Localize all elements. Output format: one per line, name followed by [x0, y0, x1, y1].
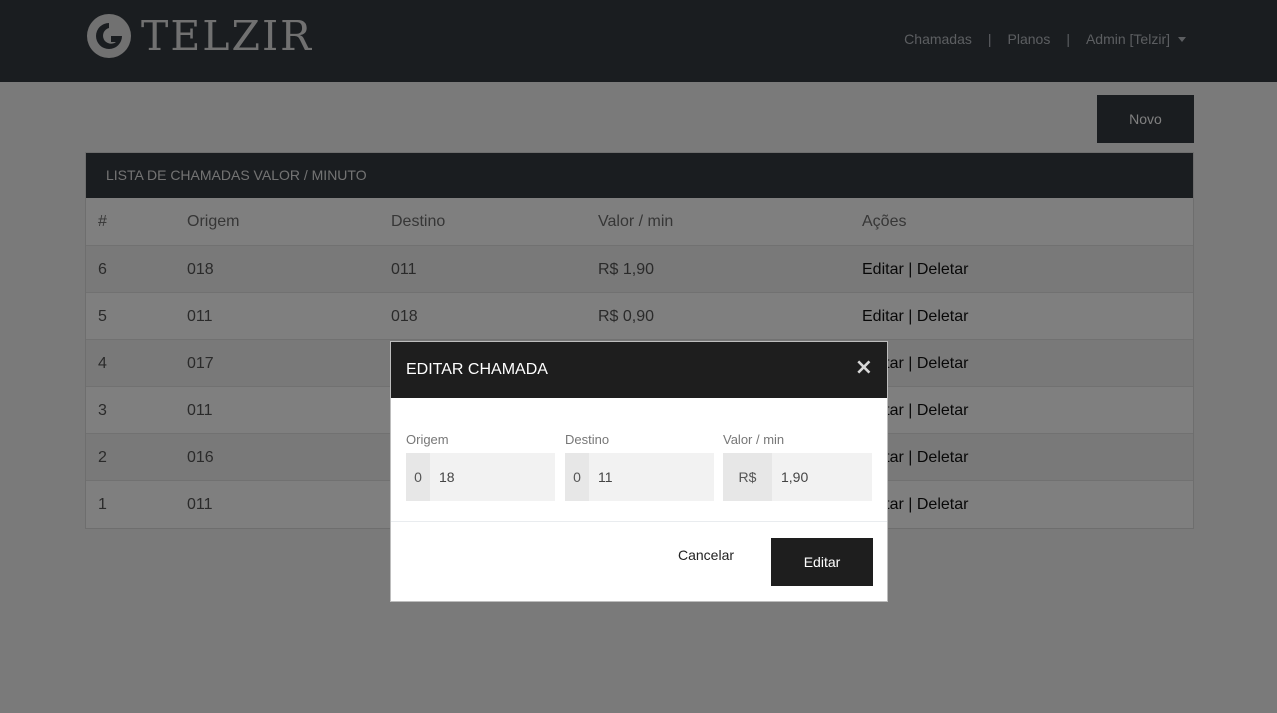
modal-body: Origem 0 Destino 0 Valor / min R$ [391, 398, 887, 522]
origem-label: Origem [406, 432, 449, 447]
origem-prefix: 0 [406, 453, 430, 501]
valor-input[interactable] [772, 453, 872, 501]
destino-prefix: 0 [565, 453, 589, 501]
currency-prefix: R$ [723, 453, 772, 501]
destino-label: Destino [565, 432, 610, 447]
modal-title: EDITAR CHAMADA [406, 361, 548, 378]
destino-input[interactable] [589, 453, 714, 501]
close-icon[interactable]: × [855, 357, 873, 379]
valor-label: Valor / min [723, 432, 785, 447]
origem-field-group: Origem 0 [406, 432, 555, 501]
valor-field-group: Valor / min R$ [723, 432, 872, 501]
submit-edit-button[interactable]: Editar [771, 538, 873, 586]
edit-call-modal: EDITAR CHAMADA × Origem 0 Destino 0 Valo… [390, 341, 888, 602]
origem-input[interactable] [430, 453, 555, 501]
destino-field-group: Destino 0 [565, 432, 714, 501]
cancel-button[interactable]: Cancelar [678, 547, 734, 563]
modal-header: EDITAR CHAMADA × [391, 342, 887, 398]
modal-footer: Cancelar Editar [391, 522, 887, 602]
